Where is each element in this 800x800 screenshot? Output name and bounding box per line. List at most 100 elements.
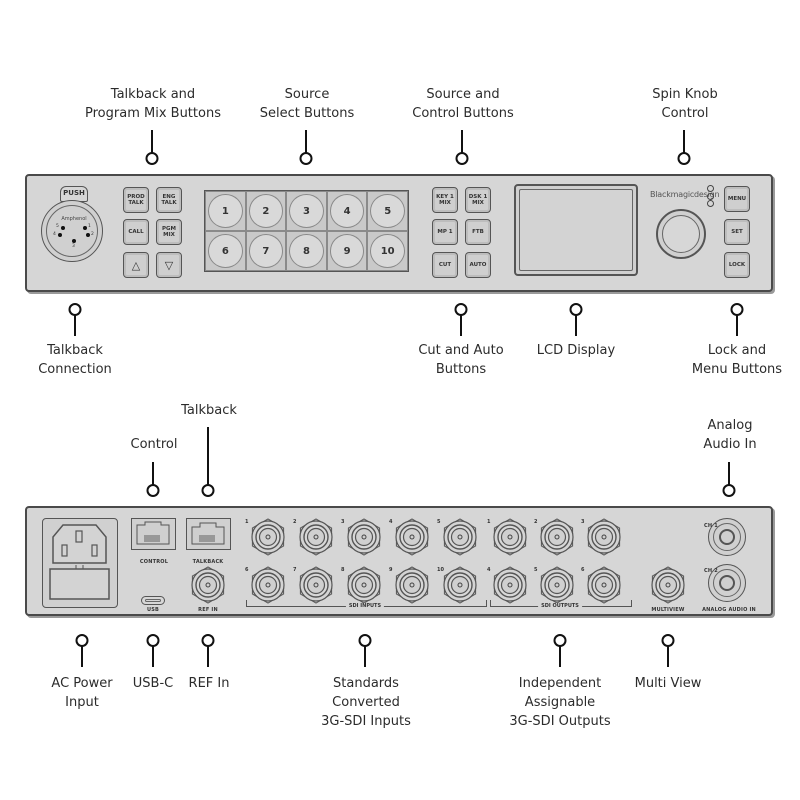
callout-line: Talkback [47,343,103,358]
down-button[interactable]: ▽ [156,252,182,278]
source-button-6[interactable]: 6 [206,232,245,270]
prod-talk-button[interactable]: PROD TALK [123,187,149,213]
source-button-3[interactable]: 3 [287,192,326,230]
leader-line [207,427,209,486]
source-button-10[interactable]: 10 [368,232,407,270]
auto-button[interactable]: AUTO [465,252,491,278]
callout-talkback: Talkback [181,401,237,420]
ch2-label: CH 2 [704,568,718,574]
leader-line [728,462,730,486]
bnc-connector-icon [299,566,333,604]
sdi-input-10[interactable] [441,566,479,604]
sdi-input-9[interactable] [393,566,431,604]
callout-line: USB-C [132,676,174,691]
source-label: 8 [303,245,310,257]
callout-line: REF In [188,676,230,691]
callout-line: Control [661,106,709,121]
sdi-input-3[interactable] [345,518,383,556]
callout-pin-icon [145,152,159,165]
key1-mix-button[interactable]: KEY 1 MIX [432,187,458,213]
dsk1-mix-button[interactable]: DSK 1 MIX [465,187,491,213]
usb-c-port[interactable] [141,596,165,605]
eng-talk-button[interactable]: ENG TALK [156,187,182,213]
sdi-input-4[interactable] [393,518,431,556]
xlr-pin-label: 3 [72,244,75,249]
sdi-output-2[interactable] [538,518,576,556]
ftb-button[interactable]: FTB [465,219,491,245]
sdi-input-1[interactable] [249,518,287,556]
callout-pin-icon [722,484,736,497]
sdi-output-6[interactable] [585,566,623,604]
leader-line [74,314,76,336]
sdi-input-5[interactable] [441,518,479,556]
source-button-4[interactable]: 4 [327,192,367,230]
xlr-pin-1-icon [83,226,87,230]
brand-dots-icon [707,185,715,208]
bnc-connector-icon [651,566,685,604]
callout-line: Select Buttons [259,106,355,121]
source-label: 6 [221,245,229,257]
leader-line [152,462,154,486]
sdi-output-3[interactable] [585,518,623,556]
xlr-pin-label: 1 [88,224,91,229]
callout-spin-knob: Spin Knob Control [652,85,717,123]
source-button-9[interactable]: 9 [327,232,367,270]
spin-knob[interactable] [656,209,706,259]
call-button[interactable]: CALL [123,219,149,245]
sdi-input-7[interactable] [297,566,335,604]
callout-pin-icon [299,152,313,165]
set-button[interactable]: SET [724,219,750,245]
callout-analog-audio-in: Analog Audio In [703,416,756,454]
mp1-button[interactable]: MP 1 [432,219,458,245]
sdi-output-1[interactable] [491,518,529,556]
callout-line: Program Mix Buttons [85,106,221,121]
callout-sdi-outputs: Independent Assignable 3G-SDI Outputs [509,674,610,731]
callout-cut-auto: Cut and Auto Buttons [418,341,503,379]
menu-button[interactable]: MENU [724,186,750,212]
source-button-7[interactable]: 7 [246,232,286,270]
pgm-mix-button[interactable]: PGM MIX [156,219,182,245]
bnc-connector-icon [443,518,477,556]
bnc-connector-icon [443,566,477,604]
lock-button[interactable]: LOCK [724,252,750,278]
bnc-connector-icon [395,566,429,604]
source-button-5[interactable]: 5 [368,192,407,230]
source-button-8[interactable]: 8 [287,232,326,270]
callout-multi-view: Multi View [635,674,702,693]
talkback-port[interactable] [186,518,231,550]
control-port[interactable] [131,518,176,550]
sdi-input-8[interactable] [345,566,383,604]
callout-line: Standards [333,676,399,691]
callout-line: Multi View [634,676,702,691]
leader-line [667,645,669,667]
sdi-output-5[interactable] [538,566,576,604]
up-button[interactable]: △ [123,252,149,278]
leader-line [305,130,307,154]
multiview-output[interactable] [649,566,687,604]
callout-line: Menu Buttons [691,362,783,377]
source-button-2[interactable]: 2 [246,192,286,230]
sdi-output-4[interactable] [491,566,529,604]
bnc-connector-icon [395,518,429,556]
bnc-connector-icon [587,518,621,556]
sdi-input-6[interactable] [249,566,287,604]
bnc-connector-icon [347,566,381,604]
port-number: 5 [437,519,441,525]
ref-in-connector[interactable] [189,566,227,604]
leader-line [151,130,153,154]
cut-button[interactable]: CUT [432,252,458,278]
xlr-talkback-connector[interactable] [41,200,103,262]
callout-line: Analog [707,418,753,433]
bnc-connector-icon [299,518,333,556]
sdi-input-2[interactable] [297,518,335,556]
source-button-1[interactable]: 1 [206,192,245,230]
ch1-label: CH 1 [704,523,718,529]
callout-talkback-program-mix: Talkback and Program Mix Buttons [85,85,221,123]
multiview-label: MULTIVIEW [651,607,685,613]
port-number: 4 [389,519,393,525]
ethernet-jack-icon [136,521,170,545]
ac-power-inlet[interactable] [42,518,118,608]
callout-talkback-connection: Talkback Connection [38,341,112,379]
port-number: 3 [341,519,345,525]
callout-source-control: Source and Control Buttons [412,85,513,123]
